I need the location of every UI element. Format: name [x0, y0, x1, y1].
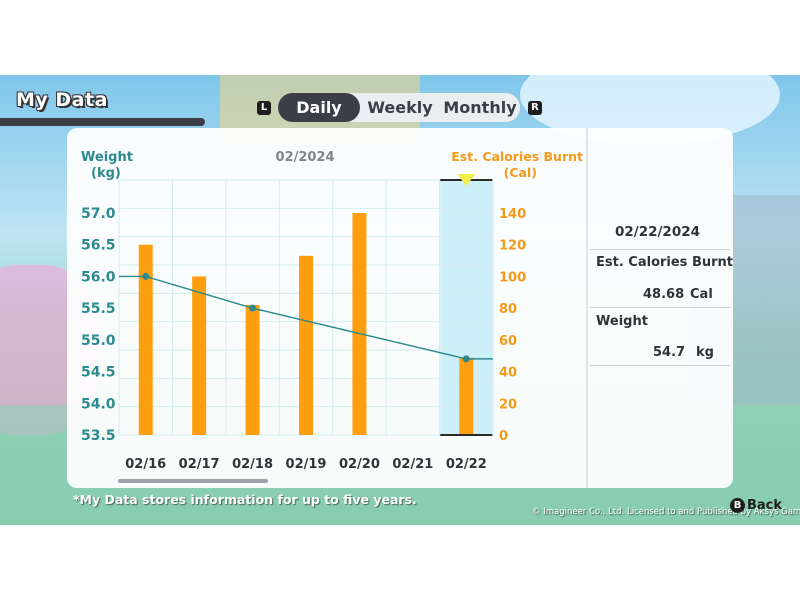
detail-weight-unit: kg [696, 345, 714, 360]
right-axis-title: Est. Calories Burnt [451, 149, 583, 164]
right-tick-label: 60 [499, 334, 517, 349]
r-button-icon[interactable]: R [528, 101, 542, 115]
category-label: 02/16 [125, 457, 166, 472]
detail-separator [590, 307, 730, 308]
category-label: 02/18 [232, 457, 273, 472]
chart: 57.0 56.5 56.0 55.5 55.0 54.5 54.0 53.5 140 120 10… [81, 149, 583, 472]
chart-scrollbar[interactable] [118, 479, 268, 483]
left-tick-label: 53.5 [81, 428, 116, 444]
page-title-bar: My Data [0, 89, 205, 126]
detail-calories-unit: Cal [690, 287, 713, 302]
b-button-icon: B [730, 498, 745, 513]
right-tick-label: 20 [499, 397, 517, 412]
right-tick-label: 80 [499, 302, 517, 317]
detail-weight-value: 54.7 [653, 345, 686, 360]
right-tick-label: 100 [499, 270, 526, 285]
left-tick-label: 55.5 [81, 301, 116, 317]
weight-point [249, 304, 257, 312]
calories-bar [299, 255, 313, 435]
calories-bar [192, 276, 207, 435]
left-tick-label: 55.0 [81, 333, 116, 349]
left-tick-label: 54.5 [81, 365, 116, 381]
left-tick-label: 57.0 [81, 206, 116, 222]
chart-period: 02/2024 [275, 150, 334, 165]
right-tick-label: 0 [499, 429, 508, 444]
back-button[interactable]: B Back [730, 498, 782, 513]
right-tick-label: 40 [499, 366, 517, 381]
detail-weight-label: Weight [596, 314, 648, 329]
left-tick-label: 56.5 [81, 238, 116, 254]
period-tabs: Daily Weekly Monthly [278, 93, 520, 122]
tab-monthly[interactable]: Monthly [440, 93, 520, 122]
data-panel: 57.0 56.5 56.0 55.5 55.0 54.5 54.0 53.5 140 120 10… [67, 128, 733, 488]
weight-point [462, 355, 470, 363]
game-screen: My Data L Daily Weekly Monthly R 57.0 56.… [0, 75, 800, 525]
left-axis-title: Weight [81, 150, 133, 165]
detail-calories-value: 48.68 [643, 287, 685, 302]
right-tick-label: 120 [499, 239, 526, 254]
left-tick-label: 54.0 [81, 396, 116, 412]
back-label: Back [747, 498, 783, 513]
category-label: 02/19 [286, 457, 327, 472]
calories-bar [459, 357, 474, 435]
category-label: 02/17 [179, 457, 220, 472]
category-label: 02/21 [392, 457, 433, 472]
right-axis-unit: (Cal) [504, 165, 537, 180]
tab-weekly[interactable]: Weekly [364, 93, 436, 122]
detail-separator [590, 365, 730, 366]
category-label: 02/22 [446, 457, 487, 472]
calories-bar [352, 213, 367, 435]
left-tick-label: 56.0 [81, 269, 116, 285]
right-tick-label: 140 [499, 207, 526, 222]
l-button-icon[interactable]: L [257, 101, 271, 115]
detail-separator [590, 249, 730, 250]
tab-daily[interactable]: Daily [278, 93, 360, 122]
left-axis-unit: (kg) [91, 166, 121, 181]
detail-calories-label: Est. Calories Burnt [596, 255, 733, 270]
storage-note: *My Data stores information for up to fi… [73, 492, 417, 507]
panel-divider [586, 128, 588, 488]
detail-date: 02/22/2024 [615, 224, 701, 240]
category-label: 02/20 [339, 457, 380, 472]
page-title: My Data [16, 89, 108, 111]
title-underline [0, 118, 205, 126]
calories-bar [245, 304, 260, 435]
weight-point [142, 272, 150, 280]
